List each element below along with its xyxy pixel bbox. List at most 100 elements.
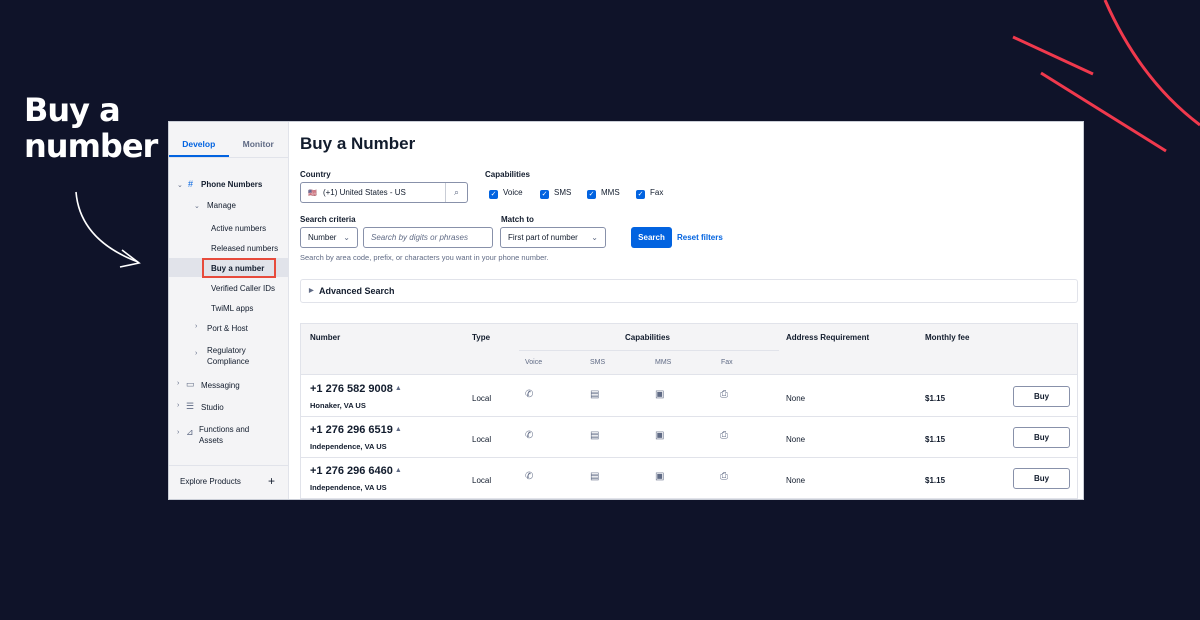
triangle-up-icon: ▲: [394, 426, 402, 433]
sidebar-item-assets[interactable]: Assets: [199, 436, 223, 445]
results-table: Number Type Capabilities Address Require…: [300, 323, 1078, 499]
sms-icon: ▤: [590, 389, 600, 400]
search-helper-text: Search by area code, prefix, or characte…: [300, 253, 549, 262]
table-row: +1 276 296 6519 ▲ Independence, VA US Loc…: [301, 417, 1077, 458]
hash-icon: #: [188, 179, 194, 189]
phone-number-text: +1 276 582 9008: [310, 383, 393, 395]
hero-line-1: Buy a: [24, 91, 121, 129]
explore-products-label: Explore Products: [180, 477, 241, 486]
header-fee: Monthly fee: [925, 333, 970, 342]
header-capabilities: Capabilities: [625, 333, 670, 342]
fax-icon: ⎙: [720, 389, 728, 400]
chevron-right-icon[interactable]: ›: [195, 350, 197, 357]
header-address: Address Requirement: [786, 333, 870, 342]
phone-icon: ✆: [525, 389, 534, 400]
search-placeholder: Search by digits or phrases: [371, 233, 468, 242]
sms-icon: ▤: [590, 430, 600, 441]
subheader-sms: SMS: [590, 359, 606, 366]
search-button[interactable]: Search: [631, 227, 672, 248]
monthly-fee: $1.15: [925, 435, 946, 444]
advanced-search-toggle[interactable]: ▶ Advanced Search: [300, 279, 1078, 303]
checkbox-voice-label: Voice: [503, 188, 523, 197]
sidebar-item-active-numbers[interactable]: Active numbers: [211, 224, 266, 233]
match-to-label: Match to: [501, 215, 534, 224]
buy-button[interactable]: Buy: [1013, 427, 1070, 448]
hero-title: Buy a number: [24, 91, 158, 164]
checkbox-sms[interactable]: ✓ SMS: [540, 188, 571, 199]
chevron-right-icon[interactable]: ›: [195, 323, 197, 330]
capabilities-divider: [519, 350, 779, 351]
capabilities-label: Capabilities: [485, 170, 530, 179]
checkbox-mms[interactable]: ✓ MMS: [587, 188, 620, 199]
criteria-select[interactable]: Number ⌄: [300, 227, 358, 248]
tab-develop[interactable]: Develop: [169, 122, 229, 157]
studio-icon: ☰: [186, 401, 195, 411]
functions-icon: ⊿: [186, 427, 194, 437]
subheader-fax: Fax: [721, 359, 733, 366]
check-icon: ✓: [540, 190, 549, 199]
chevron-right-icon[interactable]: ›: [177, 429, 179, 436]
table-header: Number Type Capabilities Address Require…: [301, 324, 1077, 375]
phone-number: +1 276 582 9008 ▲: [310, 383, 402, 395]
table-row: +1 276 582 9008 ▲ Honaker, VA US Local ✆ …: [301, 376, 1077, 417]
tab-monitor[interactable]: Monitor: [229, 122, 289, 157]
search-input[interactable]: Search by digits or phrases: [363, 227, 493, 248]
sidebar-item-twiml-apps[interactable]: TwiML apps: [211, 304, 253, 313]
country-select[interactable]: 🇺🇸 (+1) United States - US ⌕: [300, 182, 468, 203]
sidebar-item-messaging[interactable]: Messaging: [201, 381, 240, 390]
sidebar: Develop Monitor ⌄ # Phone Numbers ⌄ Mana…: [169, 122, 289, 499]
sidebar-item-port-host[interactable]: Port & Host: [207, 324, 248, 333]
sidebar-item-regulatory[interactable]: Regulatory: [207, 346, 246, 355]
header-number: Number: [310, 333, 341, 342]
number-type: Local: [472, 394, 492, 403]
buy-button[interactable]: Buy: [1013, 386, 1070, 407]
chevron-down-icon: ⌄: [591, 233, 598, 242]
chevron-down-icon[interactable]: ⌄: [194, 202, 200, 210]
checkbox-fax-label: Fax: [650, 188, 664, 197]
sidebar-item-phone-numbers[interactable]: Phone Numbers: [201, 180, 262, 189]
sidebar-item-manage[interactable]: Manage: [207, 201, 236, 210]
match-select[interactable]: First part of number ⌄: [500, 227, 606, 248]
search-criteria-label: Search criteria: [300, 215, 356, 224]
phone-location: Independence, VA US: [310, 442, 387, 451]
sidebar-tabs: Develop Monitor: [169, 122, 288, 158]
phone-icon: ✆: [525, 471, 534, 482]
buy-button[interactable]: Buy: [1013, 468, 1070, 489]
address-requirement: None: [786, 394, 806, 403]
main-content: Buy a Number Country 🇺🇸 (+1) United Stat…: [290, 122, 1083, 499]
checkbox-voice[interactable]: ✓ Voice: [489, 188, 523, 199]
mms-icon: ▣: [655, 389, 665, 400]
triangle-up-icon: ▲: [394, 467, 402, 474]
fax-icon: ⎙: [720, 471, 728, 482]
reset-filters-link[interactable]: Reset filters: [677, 233, 723, 242]
triangle-up-icon: ▲: [394, 385, 402, 392]
chevron-down-icon[interactable]: ⌄: [177, 181, 183, 189]
decorative-stroke-1: [1012, 35, 1094, 76]
phone-location: Independence, VA US: [310, 483, 387, 492]
chevron-right-icon[interactable]: ›: [177, 402, 179, 409]
plus-icon[interactable]: +: [268, 474, 275, 488]
phone-icon: ✆: [525, 430, 534, 441]
search-icon[interactable]: ⌕: [445, 183, 467, 202]
console-window: Develop Monitor ⌄ # Phone Numbers ⌄ Mana…: [168, 121, 1084, 500]
subheader-mms: MMS: [655, 359, 672, 366]
sidebar-item-buy-a-number[interactable]: Buy a number: [211, 264, 264, 273]
pointer-arrowhead-icon: [119, 249, 141, 268]
explore-products[interactable]: Explore Products +: [169, 465, 289, 499]
sidebar-item-verified-caller-ids[interactable]: Verified Caller IDs: [211, 284, 275, 293]
check-icon: ✓: [489, 190, 498, 199]
sidebar-item-studio[interactable]: Studio: [201, 403, 224, 412]
chevron-right-icon[interactable]: ›: [177, 380, 179, 387]
sidebar-item-released-numbers[interactable]: Released numbers: [211, 244, 278, 253]
check-icon: ✓: [587, 190, 596, 199]
chevron-down-icon: ⌄: [343, 233, 350, 242]
criteria-value: Number: [308, 233, 337, 242]
triangle-right-icon: ▶: [309, 288, 314, 294]
sidebar-item-functions[interactable]: Functions and: [199, 425, 249, 434]
number-type: Local: [472, 476, 492, 485]
checkbox-fax[interactable]: ✓ Fax: [636, 188, 663, 199]
sidebar-item-compliance[interactable]: Compliance: [207, 357, 249, 366]
monthly-fee: $1.15: [925, 394, 946, 403]
phone-number-text: +1 276 296 6460: [310, 465, 393, 477]
monthly-fee: $1.15: [925, 476, 946, 485]
